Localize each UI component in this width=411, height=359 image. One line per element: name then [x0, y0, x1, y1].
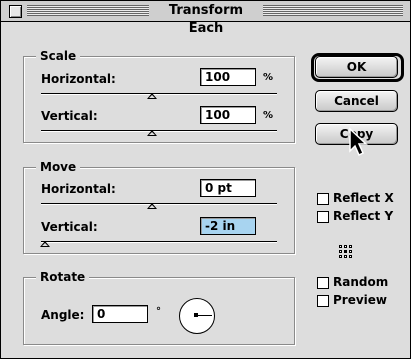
move-horizontal-field[interactable] — [200, 179, 256, 197]
random-checkbox[interactable] — [317, 277, 329, 289]
angle-dial[interactable] — [179, 298, 215, 334]
ref-point-bc[interactable] — [344, 255, 347, 258]
close-box[interactable] — [9, 5, 22, 18]
reflect-x-label[interactable]: Reflect X — [333, 191, 394, 205]
scale-vertical-slider-thumb[interactable] — [147, 130, 157, 136]
mouse-pointer-icon — [349, 127, 368, 157]
preview-checkbox[interactable] — [317, 295, 329, 307]
angle-field[interactable] — [92, 305, 148, 323]
move-group-label: Move — [36, 159, 81, 175]
rotate-group-label: Rotate — [36, 269, 90, 285]
ref-point-ml[interactable] — [339, 250, 342, 253]
ref-point-br[interactable] — [349, 255, 352, 258]
move-horizontal-slider-track[interactable] — [41, 203, 277, 204]
move-horizontal-label: Horizontal: — [41, 182, 116, 196]
cancel-button[interactable]: Cancel — [315, 90, 398, 112]
ref-point-tr[interactable] — [349, 245, 352, 248]
scale-horizontal-label: Horizontal: — [41, 72, 116, 86]
title-stripes-right — [263, 5, 403, 16]
reflect-x-checkbox[interactable] — [317, 193, 329, 205]
ref-point-mr[interactable] — [349, 250, 352, 253]
ref-point-center[interactable] — [344, 250, 347, 253]
move-vertical-slider-track[interactable] — [41, 241, 277, 242]
angle-dial-center — [194, 313, 198, 317]
ref-point-bl[interactable] — [339, 255, 342, 258]
scale-vertical-unit: % — [263, 110, 274, 121]
reference-point-locator[interactable] — [339, 245, 353, 259]
preview-label[interactable]: Preview — [333, 293, 387, 307]
scale-horizontal-field[interactable] — [200, 68, 256, 86]
reflect-y-label[interactable]: Reflect Y — [333, 209, 393, 223]
angle-dial-hand — [196, 315, 212, 316]
move-vertical-field[interactable] — [200, 217, 256, 235]
scale-vertical-field[interactable] — [200, 106, 256, 124]
angle-unit: ° — [156, 306, 161, 317]
title-bar[interactable]: Transform Each — [1, 1, 410, 36]
title-stripes-left — [27, 5, 149, 16]
ref-point-tl[interactable] — [339, 245, 342, 248]
scale-vertical-slider-track[interactable] — [41, 130, 277, 131]
ref-point-tc[interactable] — [344, 245, 347, 248]
scale-horizontal-slider-thumb[interactable] — [147, 93, 157, 99]
ok-button[interactable]: OK — [315, 56, 398, 78]
move-horizontal-slider-thumb[interactable] — [147, 203, 157, 209]
move-vertical-slider-thumb[interactable] — [40, 241, 50, 247]
move-vertical-label: Vertical: — [41, 220, 98, 234]
transform-each-dialog: Transform Each Scale Horizontal: % Verti… — [0, 0, 411, 359]
scale-vertical-label: Vertical: — [41, 109, 98, 123]
random-label[interactable]: Random — [333, 275, 388, 289]
scale-horizontal-slider-track[interactable] — [41, 93, 277, 94]
reflect-y-checkbox[interactable] — [317, 211, 329, 223]
scale-horizontal-unit: % — [263, 72, 274, 83]
scale-group-label: Scale — [36, 48, 81, 64]
window-title: Transform Each — [151, 2, 261, 36]
angle-label: Angle: — [41, 308, 85, 322]
